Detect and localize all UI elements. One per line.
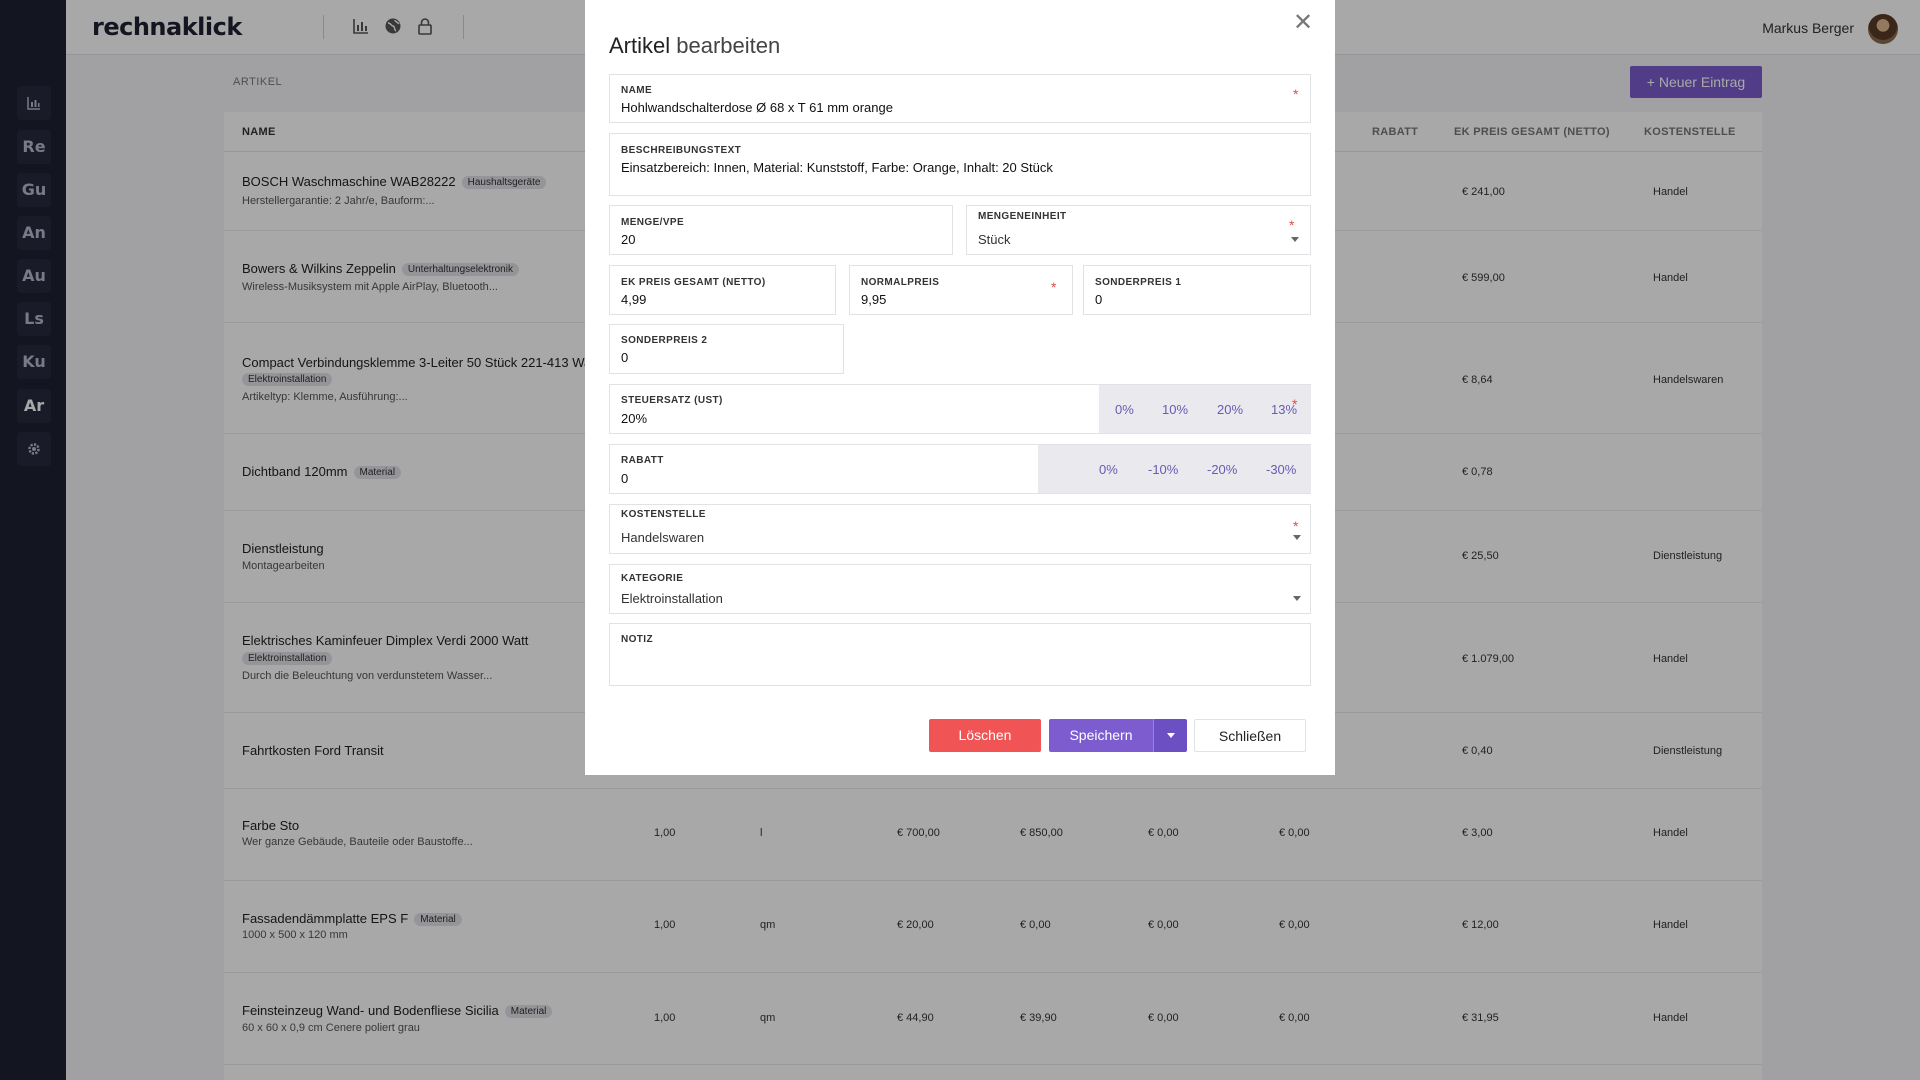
close-icon[interactable]: ✕	[1293, 8, 1313, 36]
cost-center-value: Handelswaren	[621, 530, 705, 545]
normal-price-input[interactable]: 9,95	[861, 292, 886, 307]
name-input[interactable]: Hohlwandschalterdose Ø 68 x T 61 mm oran…	[621, 100, 893, 115]
discount-input[interactable]: 0	[621, 471, 628, 486]
field-label: SONDERPREIS 2	[621, 335, 708, 346]
purchase-price-input[interactable]: 4,99	[621, 292, 646, 307]
discount-options: 0% -10% -20% -30%	[1038, 445, 1311, 493]
description-field[interactable]: BESCHREIBUNGSTEXT Einsatzbereich: Innen,…	[609, 133, 1311, 196]
cost-center-select[interactable]: KOSTENSTELLE Handelswaren *	[609, 504, 1311, 554]
tax-rate-options: 0% 10% 20% 13% *	[1099, 385, 1311, 433]
unit-select[interactable]: MENGENEINHEIT Stück *	[966, 205, 1311, 255]
discount-option-30[interactable]: -30%	[1266, 462, 1296, 477]
discount-option-20[interactable]: -20%	[1207, 462, 1237, 477]
field-label: EK PREIS GESAMT (NETTO)	[621, 277, 766, 288]
normal-price-field[interactable]: NORMALPREIS 9,95 *	[849, 265, 1073, 315]
field-label: RABATT	[621, 455, 664, 466]
field-label: MENGENEINHEIT	[978, 211, 1067, 222]
close-button[interactable]: Schließen	[1194, 719, 1306, 752]
tax-rate-input[interactable]: 20%	[621, 411, 647, 426]
edit-article-modal: Artikel bearbeiten ✕ NAME Hohlwandschalt…	[585, 0, 1335, 775]
tax-rate-field[interactable]: STEUERSATZ (UST) 20% 0% 10% 20% 13% *	[609, 384, 1311, 434]
chevron-down-icon	[1291, 237, 1299, 242]
field-label: KATEGORIE	[621, 573, 684, 584]
category-value: Elektroinstallation	[621, 591, 723, 606]
special-price-2-input[interactable]: 0	[621, 350, 628, 365]
unit-value: Stück	[978, 232, 1011, 247]
modal-title: Artikel bearbeiten	[609, 33, 781, 58]
note-field[interactable]: NOTIZ	[609, 623, 1311, 686]
special-price-2-field[interactable]: SONDERPREIS 2 0	[609, 324, 844, 374]
discount-option-0[interactable]: 0%	[1099, 462, 1118, 477]
discount-field[interactable]: RABATT 0 0% -10% -20% -30%	[609, 444, 1311, 494]
save-button[interactable]: Speichern	[1049, 719, 1153, 752]
field-label: NOTIZ	[621, 634, 653, 645]
tax-option-10[interactable]: 10%	[1162, 402, 1188, 417]
field-label: MENGE/VPE	[621, 217, 685, 228]
quantity-field[interactable]: MENGE/VPE 20	[609, 205, 953, 255]
chevron-down-icon	[1293, 596, 1301, 601]
required-marker: *	[1051, 279, 1057, 295]
field-label: SONDERPREIS 1	[1095, 277, 1182, 288]
special-price-1-input[interactable]: 0	[1095, 292, 1102, 307]
save-options-button[interactable]	[1153, 719, 1187, 752]
category-select[interactable]: KATEGORIE Elektroinstallation	[609, 564, 1311, 614]
field-label: NAME	[621, 85, 653, 96]
required-marker: *	[1293, 86, 1299, 102]
field-label: NORMALPREIS	[861, 277, 940, 288]
chevron-down-icon	[1293, 535, 1301, 540]
required-marker: *	[1289, 217, 1295, 233]
tax-option-0[interactable]: 0%	[1115, 402, 1134, 417]
field-label: BESCHREIBUNGSTEXT	[621, 145, 742, 156]
quantity-input[interactable]: 20	[621, 232, 635, 247]
discount-option-10[interactable]: -10%	[1148, 462, 1178, 477]
chevron-down-icon	[1167, 733, 1175, 738]
purchase-price-field[interactable]: EK PREIS GESAMT (NETTO) 4,99	[609, 265, 836, 315]
required-marker: *	[1293, 518, 1299, 534]
delete-button[interactable]: Löschen	[929, 719, 1041, 752]
field-label: KOSTENSTELLE	[621, 509, 706, 520]
description-input[interactable]: Einsatzbereich: Innen, Material: Kunstst…	[621, 160, 1053, 175]
name-field[interactable]: NAME Hohlwandschalterdose Ø 68 x T 61 mm…	[609, 74, 1311, 123]
required-marker: *	[1292, 396, 1298, 412]
field-label: STEUERSATZ (UST)	[621, 395, 723, 406]
special-price-1-field[interactable]: SONDERPREIS 1 0	[1083, 265, 1311, 315]
tax-option-20[interactable]: 20%	[1217, 402, 1243, 417]
